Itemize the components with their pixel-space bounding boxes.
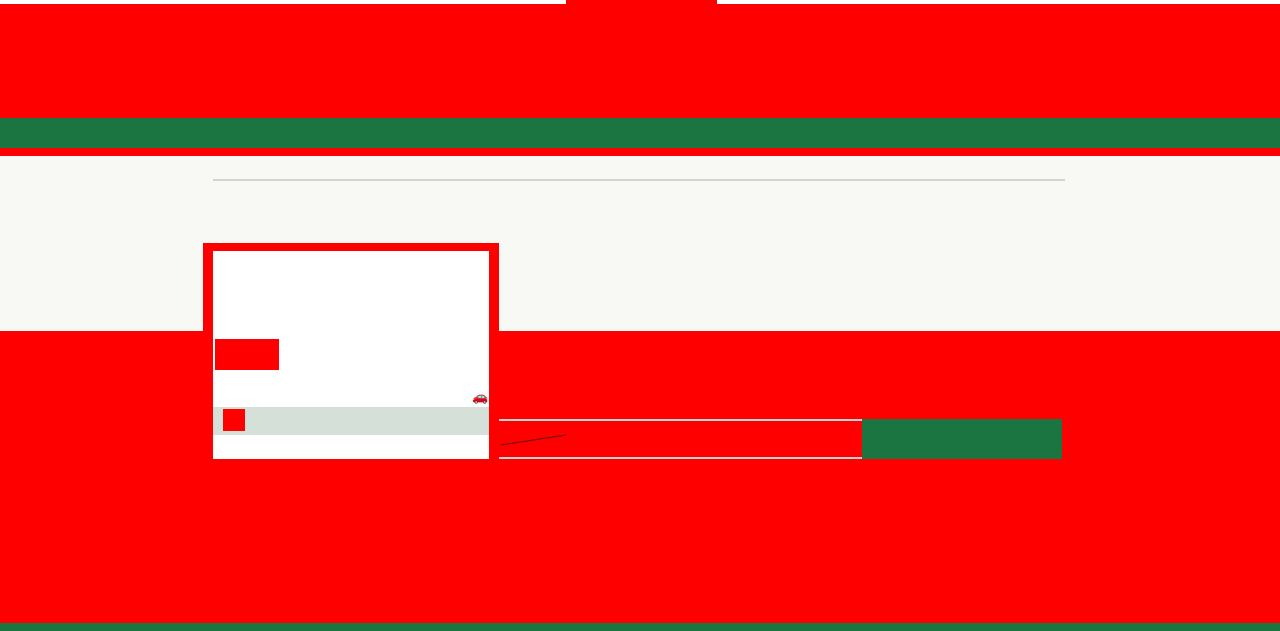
card-badge	[215, 339, 279, 370]
car-icon: 🚗	[472, 389, 489, 404]
search-button[interactable]	[862, 419, 1062, 459]
text-cursor-stroke	[500, 434, 567, 446]
nav-divider-stripe	[0, 148, 1280, 156]
content-band	[0, 156, 1280, 331]
card-footer-square-icon	[223, 409, 245, 431]
footer-bar	[0, 623, 1280, 631]
card-footer-bar[interactable]	[213, 407, 489, 435]
content-divider	[213, 179, 1065, 181]
header-banner	[0, 4, 1280, 118]
navigation-bar[interactable]	[0, 118, 1280, 148]
